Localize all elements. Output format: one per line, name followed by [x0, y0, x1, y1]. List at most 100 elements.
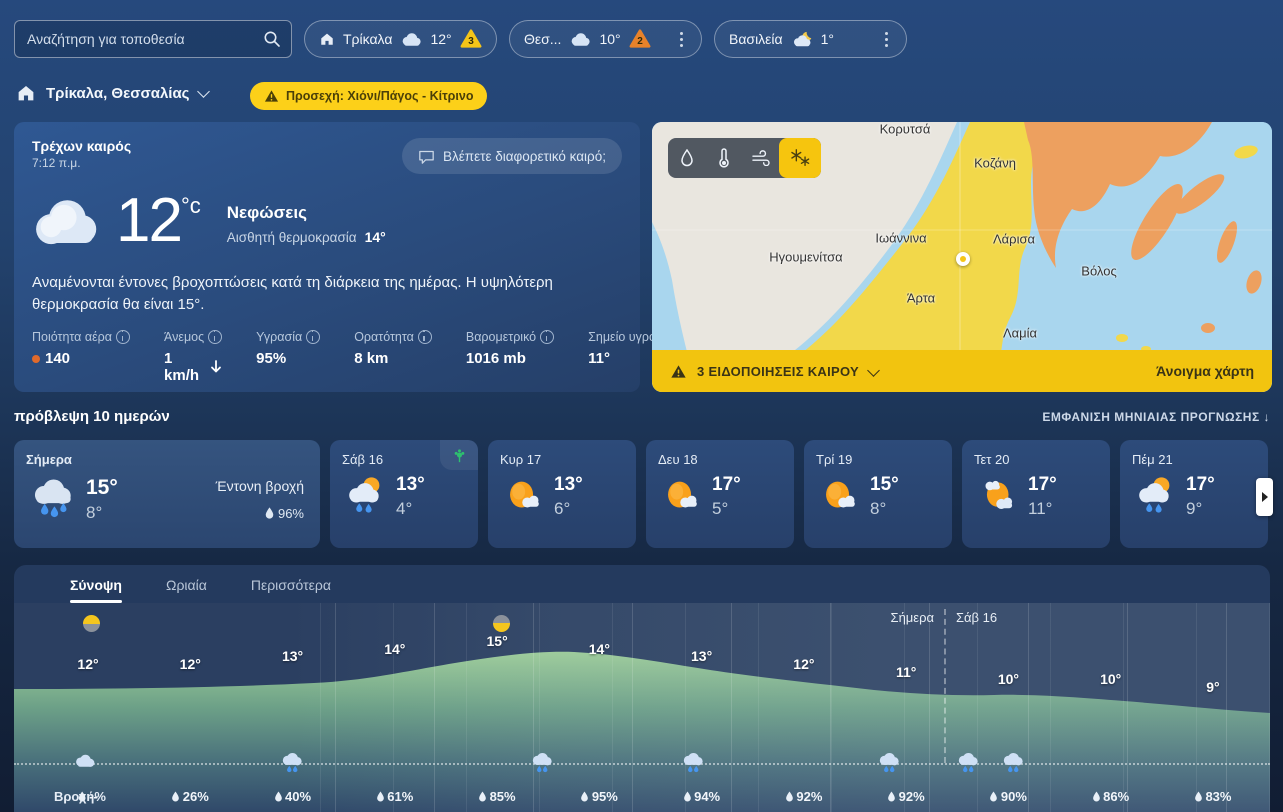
search-icon[interactable]: [263, 30, 281, 48]
summary-tab-Περισσότερα[interactable]: Περισσότερα: [251, 577, 331, 603]
alert-pill-label: Προσεχή: Χιόνι/Πάγος - Κίτρινο: [286, 89, 473, 103]
map-layer-droplet-button[interactable]: [668, 138, 705, 178]
kebab-menu-icon[interactable]: [676, 28, 687, 51]
summary-tab-Σύνοψη[interactable]: Σύνοψη: [70, 577, 122, 603]
alerts-count-link[interactable]: 3 ΕΙΔΟΠΟΙΗΣΕΙΣ ΚΑΙΡΟΥ: [697, 364, 859, 379]
sun-position-icon: [493, 615, 510, 632]
day-card-today[interactable]: Σήμερα 15° 8° Έντονη βροχή 96%: [14, 440, 320, 548]
stat-value: 1 km/h: [164, 350, 222, 384]
map-city-label: Κορυτσά: [880, 122, 931, 137]
location-tab-1[interactable]: Τρίκαλα 12° 3: [304, 20, 497, 58]
precip-value: 92%: [888, 789, 925, 804]
day-low: 8°: [870, 499, 899, 519]
home-icon: [319, 32, 335, 46]
rain-icon: [956, 753, 980, 775]
open-map-link[interactable]: Άνοιγμα χάρτη: [1156, 363, 1254, 379]
day-label: Κυρ 17: [500, 452, 624, 467]
droplet-icon: [1092, 791, 1100, 802]
forecast-header: πρόβλεψη 10 ημερών ΕΜΦΑΝΙΣΗ ΜΗΝΙΑΙΑΣ ΠΡΟ…: [14, 408, 1270, 425]
info-icon[interactable]: [208, 330, 222, 344]
day-label: Δευ 18: [658, 452, 782, 467]
summary-panel: Σύνοψη Ωριαία Περισσότερα Βροχή% 12°12°13°…: [14, 565, 1270, 812]
temp-label: 10°: [1100, 671, 1121, 687]
search-box[interactable]: [14, 20, 292, 58]
day-card-3[interactable]: Δευ 1817°5°: [646, 440, 794, 548]
day-high: 17°: [1186, 474, 1215, 496]
location-tab-3[interactable]: Βασιλεία 1°: [714, 20, 907, 58]
sun-position-icon: [83, 615, 100, 632]
stat-label: Βαρομετρικό: [466, 330, 554, 344]
weather-alert-pill[interactable]: Προσεχή: Χιόνι/Πάγος - Κίτρινο: [250, 82, 487, 110]
current-stat: Βαρομετρικό1016 mb: [466, 330, 554, 384]
droplet-icon: [78, 791, 86, 802]
tab-temp: 12°: [430, 31, 451, 47]
forecast-next-button[interactable]: [1256, 478, 1273, 516]
kebab-menu-icon[interactable]: [881, 28, 892, 51]
warning-icon: [670, 364, 687, 379]
sun-cloud-icon: [658, 473, 704, 519]
day-low: 9°: [1186, 499, 1215, 519]
home-icon: [16, 84, 36, 102]
search-input[interactable]: [25, 30, 263, 48]
day-card-1[interactable]: Σάβ 1613°4°: [330, 440, 478, 548]
rain-sun-icon: [1132, 473, 1178, 519]
cloud-icon: [400, 32, 422, 47]
rain-icon: [877, 753, 901, 775]
map-layer-snow-button[interactable]: [779, 138, 821, 178]
location-tab-2[interactable]: Θεσ...10°2: [509, 20, 702, 58]
stat-value: 8 km: [354, 350, 432, 367]
summary-tabs: Σύνοψη Ωριαία Περισσότερα: [14, 565, 1270, 603]
arrow-right-icon: [1262, 492, 1268, 502]
tab-temp: 10°: [599, 31, 620, 47]
temp-label: 12°: [180, 656, 201, 672]
stat-label: Ορατότητα: [354, 330, 432, 344]
location-title: Τρίκαλα, Θεσσαλίας: [46, 85, 189, 102]
day-low: 6°: [554, 499, 583, 519]
cloud-icon: [569, 32, 591, 47]
tab-location-label: Βασιλεία: [729, 31, 783, 47]
location-selector[interactable]: Τρίκαλα, Θεσσαλίας: [16, 84, 208, 102]
info-icon[interactable]: [306, 330, 320, 344]
day-card-4[interactable]: Τρί 1915°8°: [804, 440, 952, 548]
svg-text:3: 3: [468, 36, 474, 47]
summary-chart[interactable]: Βροχή% 12°12°13°14°15°14°13°12°11°10°10°…: [14, 603, 1270, 812]
map-city-label: Λαμία: [1003, 326, 1037, 341]
alert-map[interactable]: ΚορυτσάΚοζάνηΙωάννιναΛάρισαΗγουμενίτσαΒό…: [652, 122, 1272, 392]
tab-temp: 1°: [821, 31, 834, 47]
map-city-label: Κοζάνη: [974, 156, 1016, 171]
map-layer-wind-button[interactable]: [742, 138, 779, 178]
info-icon[interactable]: [116, 330, 130, 344]
stat-label: Άνεμος: [164, 330, 222, 344]
cloudy-icon: [28, 184, 102, 258]
precip-value: 92%: [785, 789, 822, 804]
map-layer-thermometer-button[interactable]: [705, 138, 742, 178]
svg-text:2: 2: [637, 36, 643, 47]
droplet-icon: [1194, 791, 1202, 802]
current-stat: Άνεμος 1 km/h: [164, 330, 222, 384]
sun-cloud-icon: [816, 473, 862, 519]
precip-value: 26%: [172, 789, 209, 804]
droplet-icon: [683, 791, 691, 802]
chevron-down-icon[interactable]: [867, 364, 880, 377]
feels-like-label: Αισθητή θερμοκρασία: [227, 230, 357, 245]
daily-forecast-row: Σήμερα 15° 8° Έντονη βροχή 96% Σάβ 1613°…: [14, 440, 1268, 548]
day-card-2[interactable]: Κυρ 1713°6°: [488, 440, 636, 548]
day-card-6[interactable]: Πέμ 2117°9°: [1120, 440, 1268, 548]
precip-value: 83%: [1194, 789, 1231, 804]
droplet-icon: [990, 791, 998, 802]
pollen-indicator[interactable]: [440, 440, 478, 470]
day-label: Τετ 20: [974, 452, 1098, 467]
precip-value: 40%: [274, 789, 311, 804]
day-card-5[interactable]: Τετ 2017°11°: [962, 440, 1110, 548]
monthly-forecast-link[interactable]: ΕΜΦΑΝΙΣΗ ΜΗΝΙΑΙΑΣ ΠΡΟΓΝΩΣΗΣ ↓: [1042, 410, 1270, 424]
precip-value: 61%: [376, 789, 413, 804]
different-weather-button[interactable]: Βλέπετε διαφορετικό καιρό;: [402, 138, 622, 174]
rain-icon: [681, 753, 705, 775]
summary-tab-Ωριαία[interactable]: Ωριαία: [166, 577, 207, 603]
info-icon[interactable]: [418, 330, 432, 344]
info-icon[interactable]: [540, 330, 554, 344]
rain-icon: [1001, 753, 1025, 775]
location-tabs: Τρίκαλα12°3Θεσ...10°2Βασιλεία1°: [304, 20, 907, 58]
feels-like-value: 14°: [365, 229, 386, 245]
tab-location-label: Τρίκαλα: [343, 31, 392, 47]
